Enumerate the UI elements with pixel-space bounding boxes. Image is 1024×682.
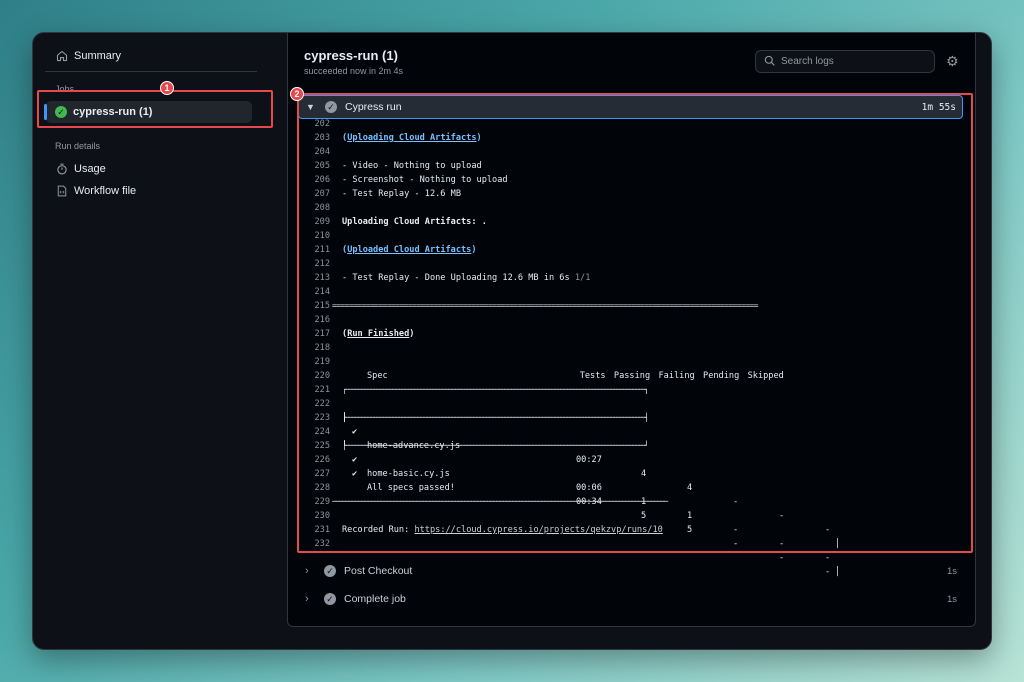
step-duration: 1s: [946, 593, 957, 605]
summary-label: Summary: [74, 49, 122, 62]
step-post-checkout[interactable]: › ✓ Post Checkout 1s: [298, 561, 963, 581]
home-icon: [55, 49, 68, 62]
search-placeholder: Search logs: [781, 56, 834, 67]
usage-label: Usage: [74, 162, 106, 175]
search-logs-input[interactable]: Search logs: [755, 50, 935, 73]
step-duration: 1s: [946, 565, 957, 577]
annotation-badge-2: 2: [290, 87, 304, 101]
search-icon: [764, 55, 775, 69]
chevron-right-icon: ›: [305, 565, 309, 577]
step-label: Post Checkout: [344, 565, 413, 577]
stopwatch-icon: [55, 162, 68, 175]
step-complete-job[interactable]: › ✓ Complete job 1s: [298, 589, 963, 609]
file-code-icon: [55, 184, 68, 197]
page-title: cypress-run (1): [304, 48, 398, 63]
highlight-box-1: [37, 90, 273, 128]
sidebar-item-usage[interactable]: Usage: [55, 162, 106, 175]
step-label: Complete job: [344, 593, 406, 605]
chevron-right-icon: ›: [305, 593, 309, 605]
gear-icon[interactable]: ⚙: [946, 53, 959, 70]
step-check-icon: ✓: [324, 593, 336, 605]
sidebar-item-summary[interactable]: Summary: [55, 49, 121, 62]
sidebar-item-workflow-file[interactable]: Workflow file: [55, 184, 136, 197]
run-status: succeeded now in 2m 4s: [304, 66, 404, 76]
annotation-badge-1: 1: [160, 81, 174, 95]
step-check-icon: ✓: [324, 565, 336, 577]
highlight-box-2: [297, 93, 973, 553]
workflow-label: Workflow file: [74, 184, 137, 197]
run-details-heading: Run details: [55, 141, 101, 151]
divider: [45, 71, 257, 72]
